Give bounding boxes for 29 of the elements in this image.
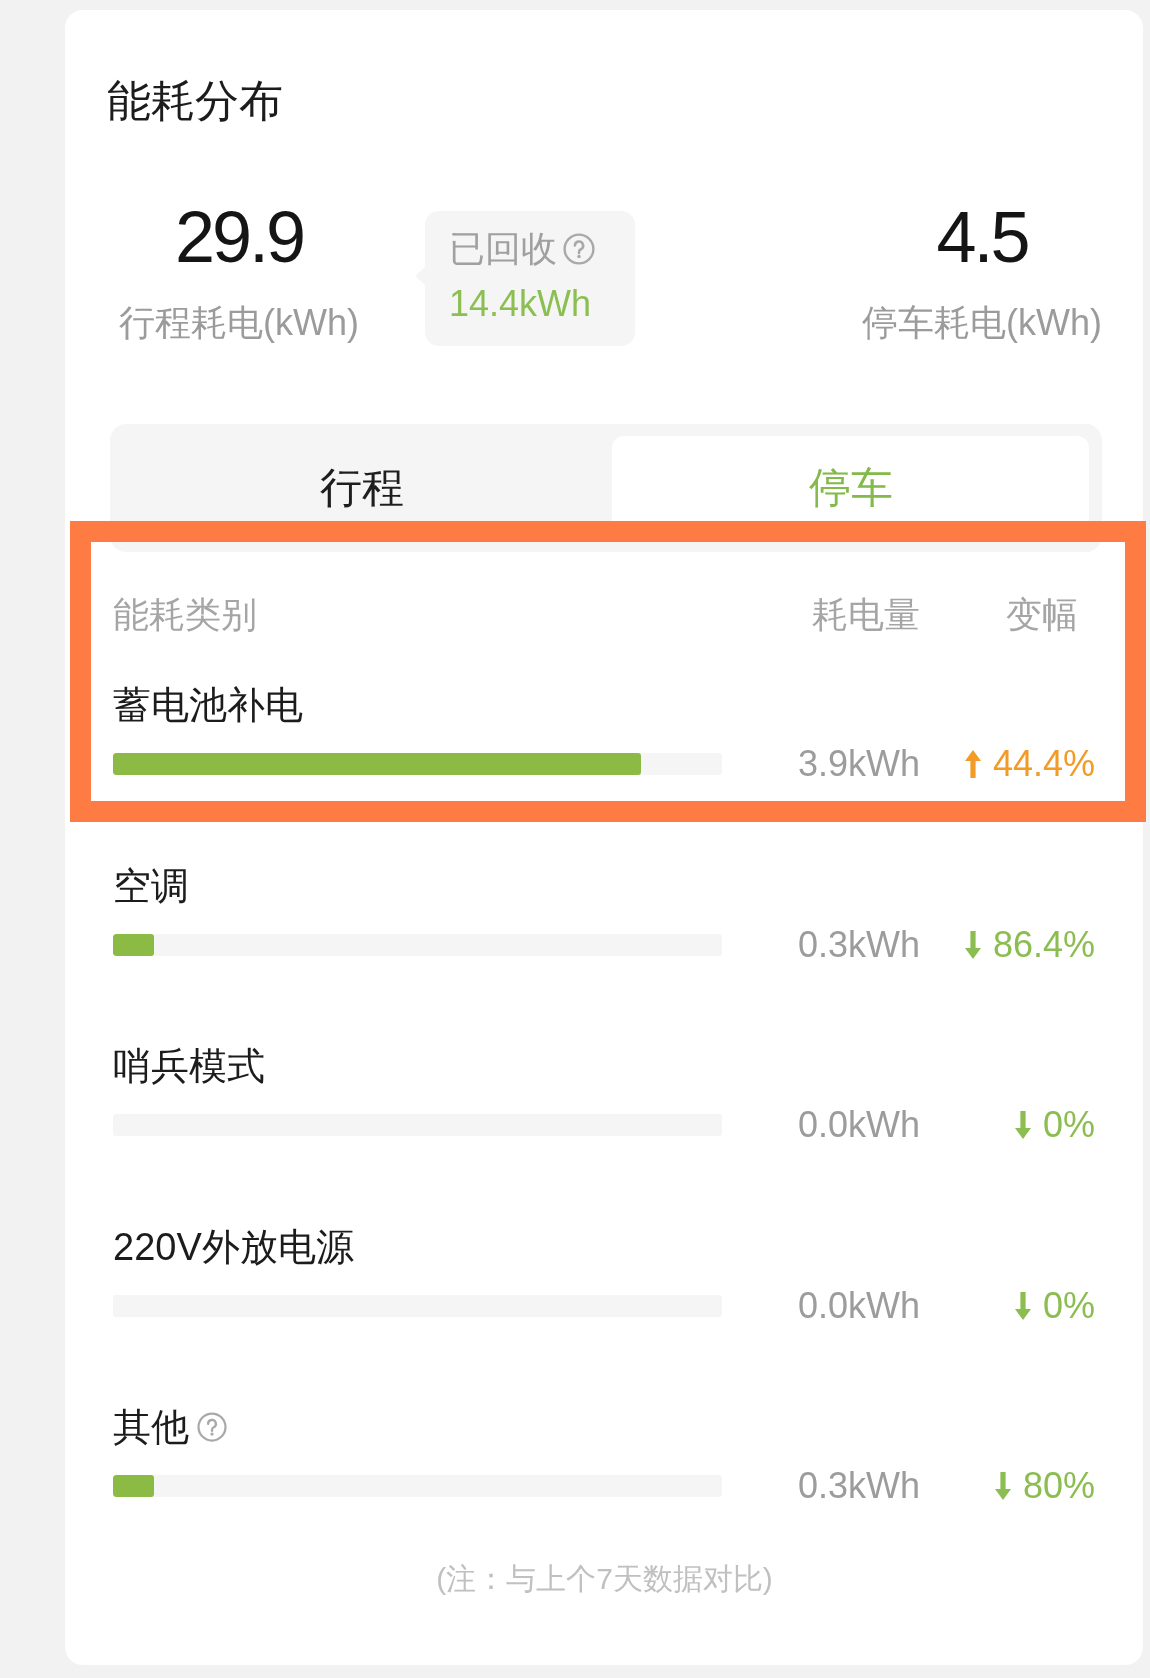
- change-percent: 0%: [1042, 1283, 1095, 1328]
- category-name: 哨兵模式: [113, 1044, 265, 1089]
- energy-value: 0.0kWh: [796, 1283, 920, 1328]
- energy-value: 3.9kWh: [796, 742, 920, 786]
- change-percent: 80%: [1022, 1464, 1095, 1508]
- bubble-label: 已回收: [449, 227, 557, 271]
- bubble-value: 14.4kWh: [449, 282, 593, 326]
- change-percent: 86.4%: [992, 922, 1095, 967]
- category-name: 空调: [113, 863, 189, 909]
- category-name: 220V外放电源: [113, 1224, 354, 1270]
- change-percent: 0%: [1042, 1103, 1095, 1147]
- help-icon[interactable]: [563, 233, 595, 265]
- card-title: 能耗分布: [107, 76, 283, 125]
- stat-value: 29.9: [174, 197, 304, 277]
- category-name: 其他: [113, 1405, 189, 1450]
- column-header: 耗电量: [811, 593, 920, 637]
- column-header: 能耗类别: [113, 593, 258, 637]
- change-percent: 44.4%: [992, 742, 1095, 786]
- stat-label: 行程耗电(kWh): [119, 301, 359, 345]
- help-icon[interactable]: [197, 1412, 227, 1442]
- energy-value: 0.3kWh: [796, 922, 920, 967]
- category-name: 蓄电池补电: [113, 683, 303, 728]
- stat-value: 4.5: [936, 197, 1028, 277]
- column-header: 变幅: [1005, 593, 1079, 637]
- energy-value: 0.0kWh: [796, 1103, 920, 1147]
- energy-value: 0.3kWh: [796, 1464, 920, 1508]
- tab[interactable]: 行程: [123, 436, 600, 540]
- stat-label: 停车耗电(kWh): [862, 301, 1102, 345]
- footnote: (注：与上个7天数据对比): [436, 1561, 773, 1597]
